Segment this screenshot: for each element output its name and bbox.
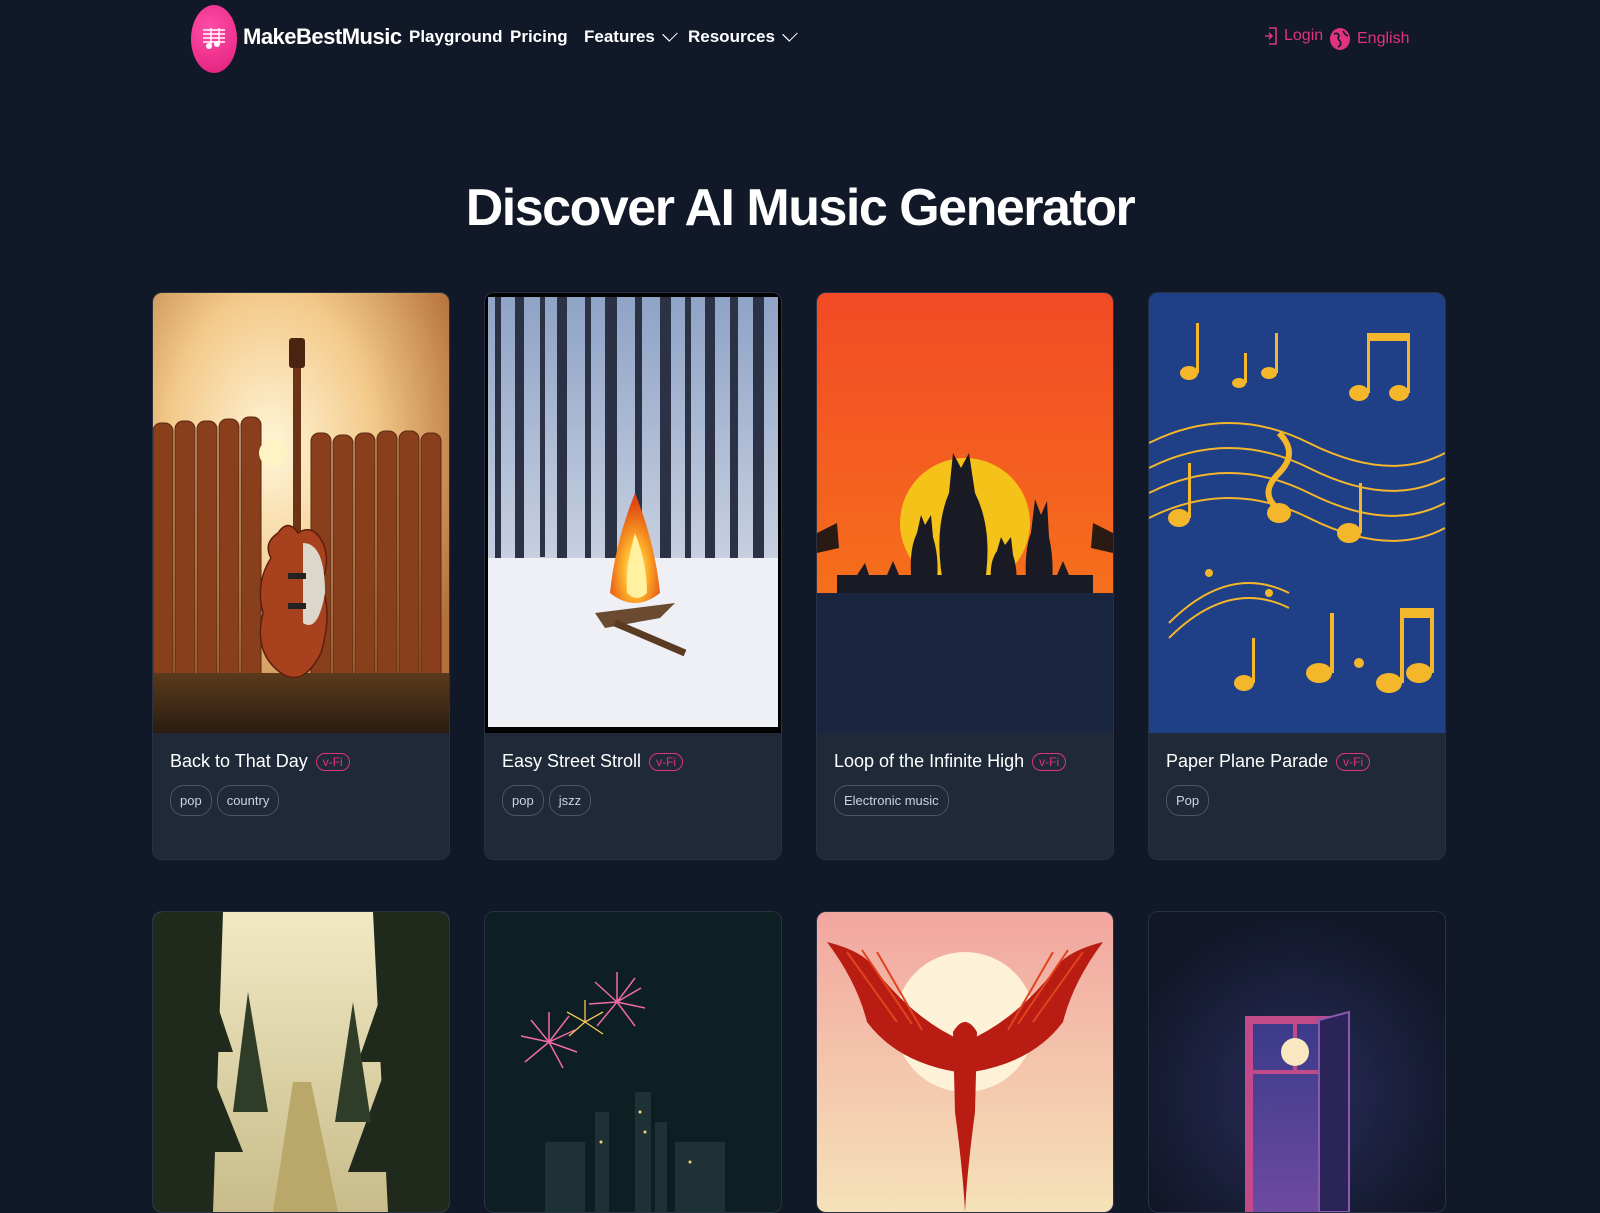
nav-pricing[interactable]: Pricing <box>510 27 568 47</box>
tag[interactable]: pop <box>502 785 544 816</box>
card-title-row: Paper Plane Parade v-Fi <box>1166 751 1371 772</box>
version-badge: v-Fi <box>1336 752 1371 771</box>
card-cover-image <box>153 293 449 733</box>
chevron-down-icon <box>662 26 678 42</box>
tag[interactable]: pop <box>170 785 212 816</box>
tag-list: pop jszz <box>502 785 592 816</box>
card-title[interactable]: Easy Street Stroll <box>502 751 641 772</box>
music-card[interactable]: Back to That Day v-Fi pop country <box>152 292 450 860</box>
page-title: Discover AI Music Generator <box>465 179 1136 237</box>
tag[interactable]: Electronic music <box>834 785 949 816</box>
card-cover-image <box>485 293 781 733</box>
card-cover-image <box>1149 912 1445 1212</box>
card-cover-image <box>1149 293 1445 733</box>
card-title-row: Back to That Day v-Fi <box>170 751 350 772</box>
music-card[interactable] <box>1148 911 1446 1213</box>
nav-resources-label: Resources <box>688 27 775 46</box>
login-button[interactable]: Login <box>1264 27 1323 45</box>
version-badge: v-Fi <box>649 752 684 771</box>
top-nav: MakeBestMusic Playground Pricing Feature… <box>0 0 1600 80</box>
card-title[interactable]: Loop of the Infinite High <box>834 751 1024 772</box>
card-cover-image <box>817 293 1113 733</box>
language-label: English <box>1357 30 1410 47</box>
card-cover-image <box>817 912 1113 1212</box>
music-card[interactable]: Paper Plane Parade v-Fi Pop <box>1148 292 1446 860</box>
music-note-logo-icon <box>191 5 237 73</box>
language-selector[interactable]: English <box>1329 27 1409 51</box>
nav-playground[interactable]: Playground <box>409 27 503 47</box>
music-card[interactable]: Easy Street Stroll v-Fi pop jszz <box>484 292 782 860</box>
nav-resources[interactable]: Resources <box>688 26 798 47</box>
card-cover-image <box>153 912 449 1212</box>
login-label: Login <box>1284 27 1324 44</box>
music-card[interactable] <box>152 911 450 1213</box>
music-card[interactable] <box>484 911 782 1213</box>
card-cover-image <box>485 912 781 1212</box>
tag[interactable]: country <box>216 785 280 816</box>
nav-features-label: Features <box>584 27 655 46</box>
card-title-row: Loop of the Infinite High v-Fi <box>834 751 1067 772</box>
nav-pricing-label: Pricing <box>510 27 568 46</box>
tag-list: Electronic music <box>834 785 949 816</box>
login-icon <box>1265 27 1277 45</box>
nav-features[interactable]: Features <box>584 26 678 47</box>
brand-name[interactable]: MakeBestMusic <box>243 24 402 50</box>
tag[interactable]: Pop <box>1166 785 1210 816</box>
music-card[interactable] <box>816 911 1114 1213</box>
card-title[interactable]: Paper Plane Parade <box>1166 751 1328 772</box>
logo[interactable] <box>191 5 237 73</box>
chevron-down-icon <box>782 26 798 42</box>
card-title-row: Easy Street Stroll v-Fi <box>502 751 684 772</box>
tag-list: Pop <box>1166 785 1210 816</box>
music-card[interactable]: Loop of the Infinite High v-Fi Electroni… <box>816 292 1114 860</box>
globe-icon <box>1330 28 1350 50</box>
nav-playground-label: Playground <box>409 27 503 46</box>
card-title[interactable]: Back to That Day <box>170 751 308 772</box>
version-badge: v-Fi <box>1032 752 1067 771</box>
tag[interactable]: jszz <box>548 785 592 816</box>
version-badge: v-Fi <box>315 752 350 771</box>
tag-list: pop country <box>170 785 280 816</box>
